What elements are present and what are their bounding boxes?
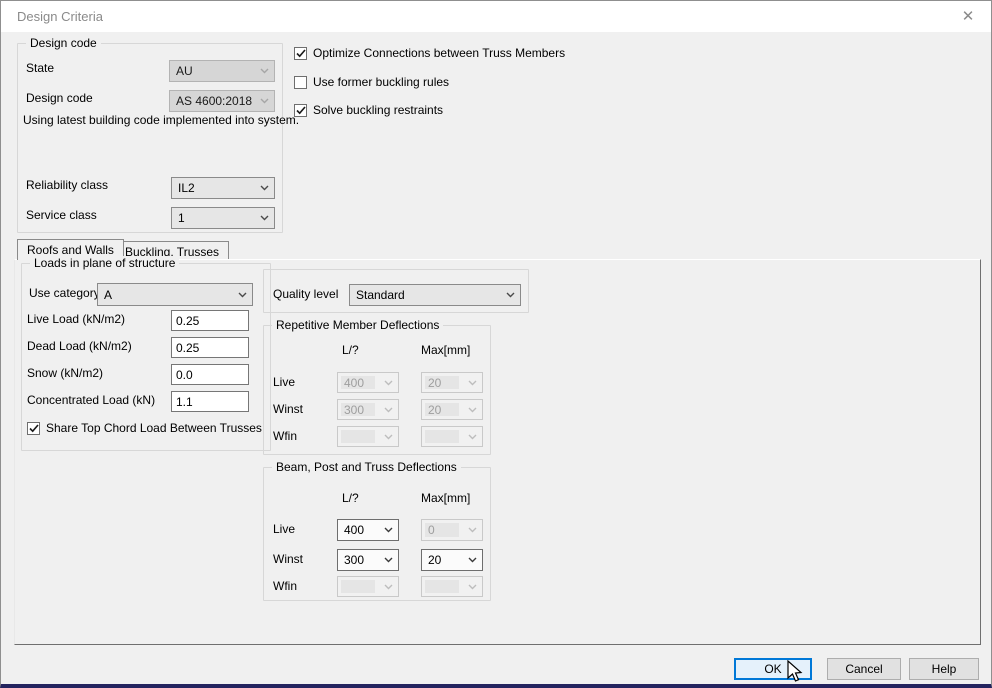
- solve-restraints-checkbox[interactable]: Solve buckling restraints: [294, 103, 443, 117]
- former-buckling-label: Use former buckling rules: [313, 75, 449, 89]
- beam-row-label: Wfin: [273, 579, 297, 593]
- reliability-class-label: Reliability class: [26, 178, 108, 192]
- design-code-group-title: Design code: [26, 36, 101, 50]
- repetitive-col1-header: L/?: [342, 343, 359, 357]
- state-select[interactable]: AU: [169, 60, 275, 82]
- live-load-label: Live Load (kN/m2): [27, 312, 125, 326]
- chevron-down-icon: [260, 68, 269, 74]
- chevron-down-icon: [468, 434, 477, 440]
- chevron-down-icon: [260, 98, 269, 104]
- chevron-down-icon: [468, 557, 477, 563]
- close-icon[interactable]: ✕: [959, 8, 977, 26]
- dialog-title: Design Criteria: [17, 9, 103, 24]
- check-icon: [29, 424, 39, 433]
- chevron-down-icon: [384, 434, 393, 440]
- chevron-down-icon: [468, 527, 477, 533]
- state-label: State: [26, 61, 54, 75]
- former-buckling-checkbox[interactable]: Use former buckling rules: [294, 75, 449, 89]
- chevron-down-icon: [384, 380, 393, 386]
- chevron-down-icon: [468, 407, 477, 413]
- service-class-label: Service class: [26, 208, 97, 222]
- snow-load-label: Snow (kN/m2): [27, 366, 103, 380]
- service-class-select[interactable]: 1: [171, 207, 275, 229]
- beam-wfin-l-select[interactable]: [337, 576, 399, 597]
- optimize-connections-checkbox[interactable]: Optimize Connections between Truss Membe…: [294, 46, 565, 60]
- use-category-label: Use category: [29, 286, 100, 300]
- ok-button[interactable]: OK: [734, 658, 812, 680]
- repetitive-col2-header: Max[mm]: [421, 343, 470, 357]
- beam-col2-header: Max[mm]: [421, 491, 470, 505]
- snow-load-input[interactable]: [171, 364, 249, 385]
- loads-group-title: Loads in plane of structure: [30, 256, 179, 270]
- repetitive-winst-l-select[interactable]: 300: [337, 399, 399, 420]
- beam-col1-header: L/?: [342, 491, 359, 505]
- beam-live-l-select[interactable]: 400: [337, 519, 399, 541]
- repetitive-live-l-select[interactable]: 400: [337, 372, 399, 393]
- check-icon: [296, 49, 306, 58]
- chevron-down-icon: [468, 380, 477, 386]
- live-load-input[interactable]: [171, 310, 249, 331]
- optimize-connections-label: Optimize Connections between Truss Membe…: [313, 46, 565, 60]
- beam-deflections-title: Beam, Post and Truss Deflections: [272, 460, 461, 474]
- repetitive-deflections-title: Repetitive Member Deflections: [272, 318, 443, 332]
- check-icon: [296, 106, 306, 115]
- cancel-button[interactable]: Cancel: [827, 658, 901, 680]
- repetitive-wfin-l-select[interactable]: [337, 426, 399, 447]
- beam-wfin-max-select[interactable]: [421, 576, 483, 597]
- dead-load-input[interactable]: [171, 337, 249, 358]
- quality-level-select[interactable]: Standard: [349, 284, 521, 306]
- share-top-chord-label: Share Top Chord Load Between Trusses: [46, 421, 262, 435]
- chevron-down-icon: [384, 527, 393, 533]
- solve-restraints-label: Solve buckling restraints: [313, 103, 443, 117]
- repetitive-row-label: Wfin: [273, 429, 297, 443]
- repetitive-row-label: Live: [273, 375, 295, 389]
- design-code-select[interactable]: AS 4600:2018: [169, 90, 275, 112]
- use-category-select[interactable]: A: [97, 283, 253, 306]
- help-button[interactable]: Help: [909, 658, 979, 680]
- reliability-class-select[interactable]: IL2: [171, 177, 275, 199]
- checkbox-box: [27, 422, 40, 435]
- design-code-note: Using latest building code implemented i…: [23, 113, 278, 127]
- checkbox-box: [294, 104, 307, 117]
- concentrated-load-input[interactable]: [171, 391, 249, 412]
- checkbox-box: [294, 47, 307, 60]
- chevron-down-icon: [384, 584, 393, 590]
- beam-row-label: Live: [273, 522, 295, 536]
- repetitive-winst-max-select[interactable]: 20: [421, 399, 483, 420]
- beam-winst-l-select[interactable]: 300: [337, 549, 399, 571]
- beam-row-label: Winst: [273, 552, 303, 566]
- design-criteria-dialog: Design Criteria ✕ Design code State AU D…: [0, 0, 992, 688]
- design-code-label: Design code: [26, 91, 93, 105]
- chevron-down-icon: [384, 557, 393, 563]
- checkbox-box: [294, 76, 307, 89]
- beam-live-max-select[interactable]: 0: [421, 519, 483, 541]
- share-top-chord-checkbox[interactable]: Share Top Chord Load Between Trusses: [27, 421, 262, 435]
- repetitive-wfin-max-select[interactable]: [421, 426, 483, 447]
- dead-load-label: Dead Load (kN/m2): [27, 339, 132, 353]
- title-bar: Design Criteria ✕: [1, 1, 991, 32]
- chevron-down-icon: [506, 292, 515, 298]
- chevron-down-icon: [260, 185, 269, 191]
- chevron-down-icon: [384, 407, 393, 413]
- concentrated-load-label: Concentrated Load (kN): [27, 393, 155, 407]
- chevron-down-icon: [468, 584, 477, 590]
- chevron-down-icon: [238, 292, 247, 298]
- repetitive-row-label: Winst: [273, 402, 303, 416]
- chevron-down-icon: [260, 215, 269, 221]
- beam-winst-max-select[interactable]: 20: [421, 549, 483, 571]
- quality-level-label: Quality level: [273, 287, 338, 301]
- repetitive-live-max-select[interactable]: 20: [421, 372, 483, 393]
